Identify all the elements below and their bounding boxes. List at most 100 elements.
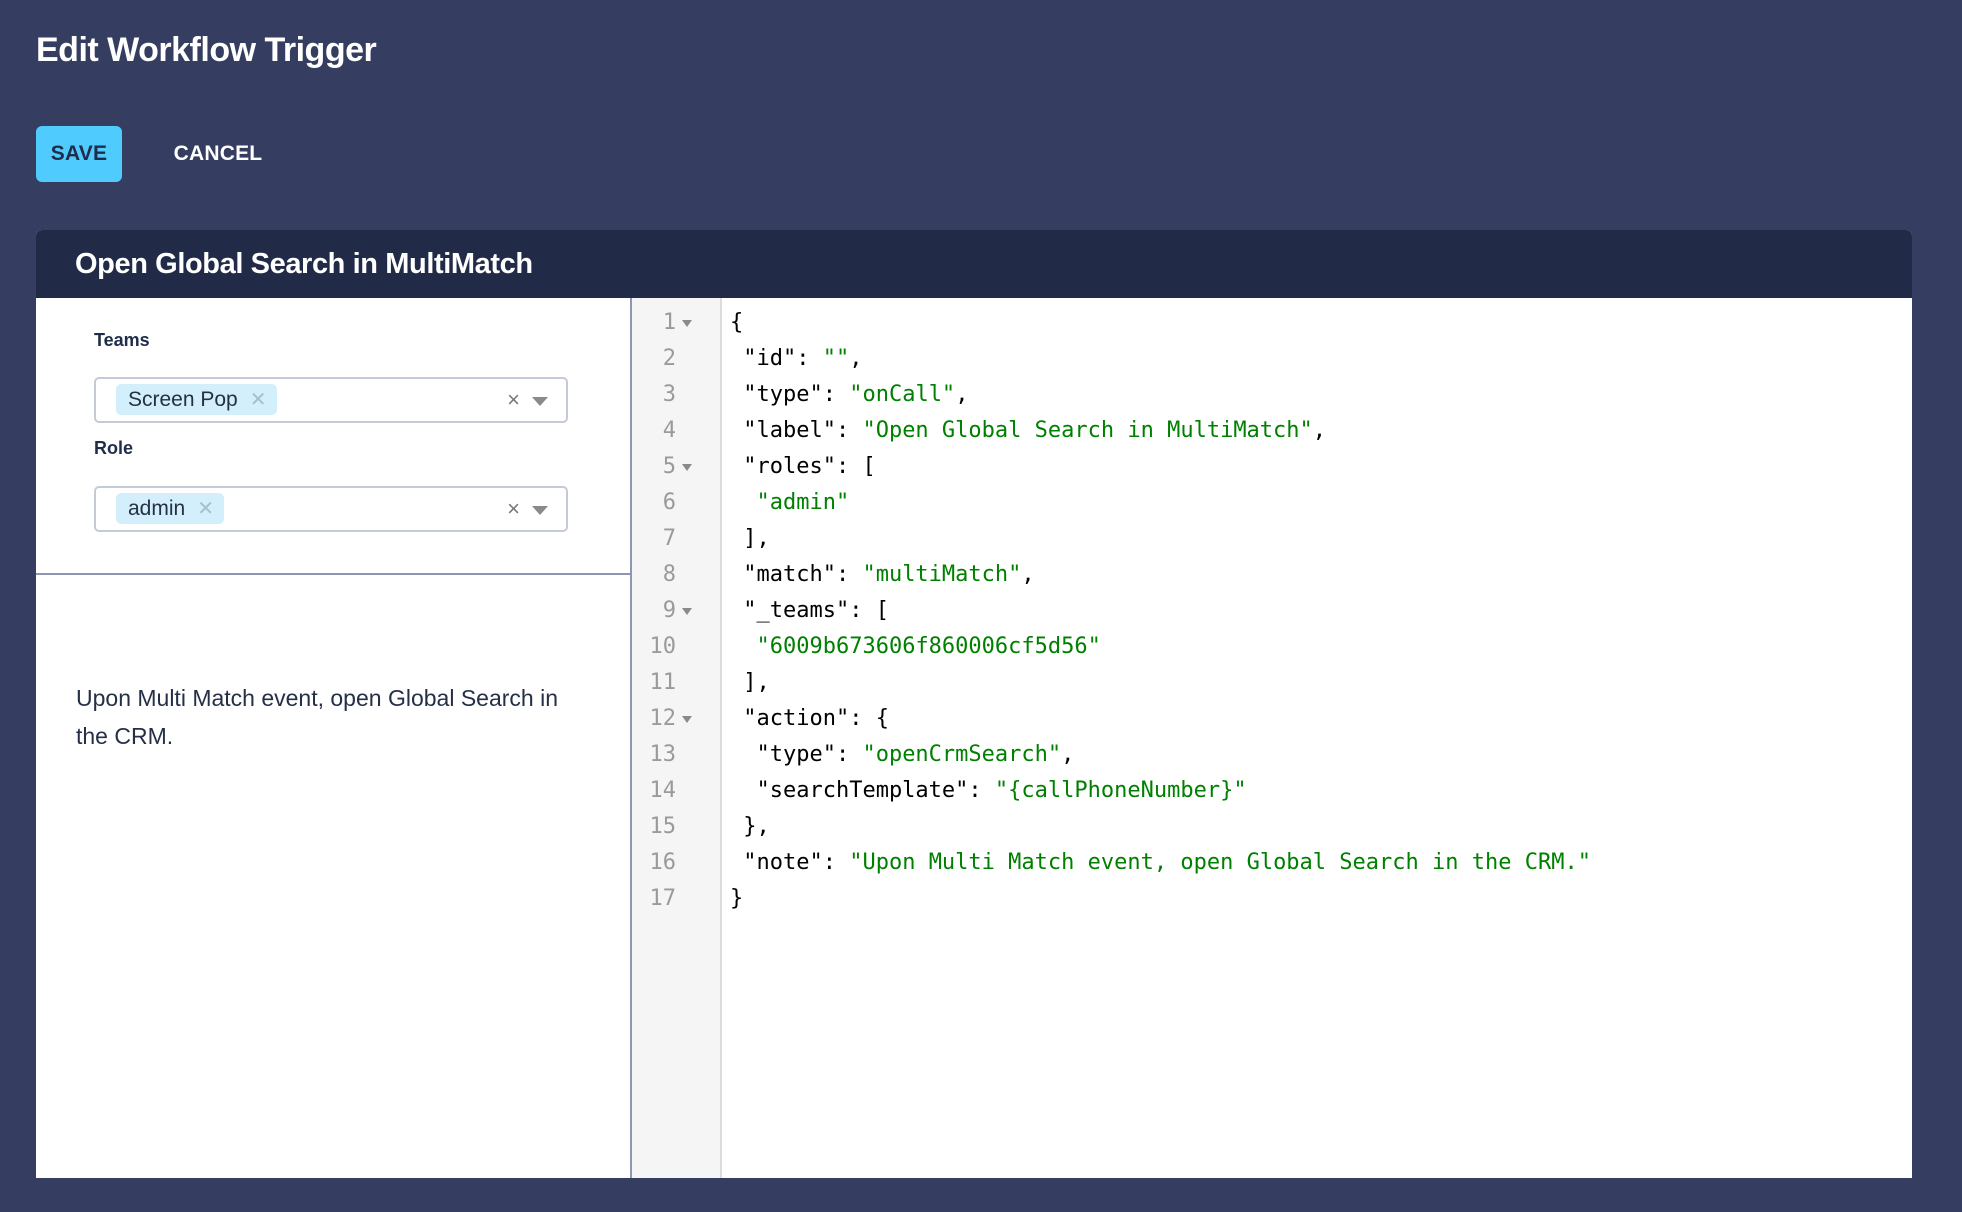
role-select[interactable]: admin ✕ × [94,486,568,532]
code-line[interactable]: }, [730,809,770,845]
json-token: "roles": [ [730,454,876,479]
line-number-label: 1 [662,310,676,335]
line-number-label: 2 [662,346,676,371]
line-number: 4 [632,413,720,449]
json-string-token: "openCrmSearch" [862,742,1062,767]
fold-arrow-icon[interactable] [682,608,692,615]
json-string-token: "Open Global Search in MultiMatch" [862,418,1313,443]
remove-chip-icon[interactable]: ✕ [197,496,214,521]
json-string-token: "{callPhoneNumber}" [994,778,1247,803]
line-number-label: 11 [649,670,677,695]
line-number-label: 10 [649,634,677,659]
json-string-token: "admin" [756,490,850,515]
caret-down-icon[interactable] [532,397,548,406]
code-line[interactable]: "admin" [730,485,850,521]
code-line[interactable]: ], [730,521,770,557]
code-line[interactable]: "action": { [730,701,889,737]
line-number: 5 [632,449,720,485]
line-number-label: 14 [649,778,677,803]
code-line[interactable]: "note": "Upon Multi Match event, open Gl… [730,845,1591,881]
json-token: "label": [730,418,863,443]
json-token: , [955,382,969,407]
trigger-description: Upon Multi Match event, open Global Sear… [76,685,558,749]
line-number: 13 [632,737,720,773]
cancel-button[interactable]: CANCEL [160,126,276,182]
editor-gutter: 1 2 3 4 5 6 7 8 9 10 11 12 13 14 15 16 17 [632,298,722,1178]
code-line[interactable]: "_teams": [ [730,593,889,629]
code-line[interactable]: "match": "multiMatch", [730,557,1035,593]
json-string-token: "multiMatch" [862,562,1022,587]
json-string-token: "Upon Multi Match event, open Global Sea… [849,850,1591,875]
json-token: "note": [730,850,850,875]
line-number: 10 [632,629,720,665]
code-line[interactable]: "type": "onCall", [730,377,968,413]
json-token: , [1061,742,1075,767]
code-line[interactable]: "roles": [ [730,449,876,485]
code-line[interactable]: ], [730,665,770,701]
remove-chip-icon[interactable]: ✕ [250,387,267,412]
caret-down-icon[interactable] [532,506,548,515]
line-number-label: 5 [662,454,676,479]
line-number-label: 3 [662,382,676,407]
line-number-label: 17 [649,886,677,911]
json-string-token: "" [822,346,850,371]
json-token: "type": [730,742,863,767]
line-number-label: 9 [662,598,676,623]
fold-arrow-icon[interactable] [682,464,692,471]
code-line[interactable]: "label": "Open Global Search in MultiMat… [730,413,1326,449]
json-token: "id": [730,346,823,371]
json-token: "_teams": [ [730,598,889,623]
teams-label: Teams [94,330,150,350]
code-line[interactable]: "searchTemplate": "{callPhoneNumber}" [730,773,1247,809]
json-token: }, [730,814,770,839]
line-number: 12 [632,701,720,737]
line-number: 14 [632,773,720,809]
line-number: 17 [632,881,720,917]
code-line[interactable]: "type": "openCrmSearch", [730,737,1074,773]
json-token: "action": { [730,706,889,731]
team-chip: Screen Pop ✕ [116,384,277,415]
json-token: } [730,886,744,911]
line-number: 15 [632,809,720,845]
json-token: "type": [730,382,850,407]
role-chip: admin ✕ [116,493,224,524]
line-number-label: 12 [649,706,677,731]
line-number-label: 4 [662,418,676,443]
teams-select[interactable]: Screen Pop ✕ × [94,377,568,423]
save-button[interactable]: SAVE [36,126,122,182]
json-token: ], [730,670,770,695]
line-number: 8 [632,557,720,593]
code-line[interactable]: } [730,881,743,917]
clear-icon[interactable]: × [507,496,520,522]
card-title: Open Global Search in MultiMatch [75,248,533,280]
json-token: "match": [730,562,863,587]
team-chip-label: Screen Pop [128,387,238,411]
line-number-label: 15 [649,814,677,839]
line-number-label: 8 [662,562,676,587]
json-string-token: "6009b673606f860006cf5d56" [756,634,1101,659]
json-token: { [730,310,744,335]
line-number: 2 [632,341,720,377]
json-token: "searchTemplate": [730,778,995,803]
code-line[interactable]: "id": "", [730,341,862,377]
role-chip-label: admin [128,496,186,520]
card-header: Open Global Search in MultiMatch [36,230,1912,298]
line-number: 7 [632,521,720,557]
trigger-settings-panel: Teams Screen Pop ✕ × Role admin ✕ × Upon… [36,298,630,1178]
fold-arrow-icon[interactable] [682,716,692,723]
fold-arrow-icon[interactable] [682,320,692,327]
line-number: 9 [632,593,720,629]
json-token: , [1021,562,1035,587]
role-label: Role [94,438,134,458]
json-string-token: "onCall" [849,382,956,407]
json-editor[interactable]: 1 2 3 4 5 6 7 8 9 10 11 12 13 14 15 16 17 { "id": "", "t… [632,298,1912,1178]
line-number-label: 6 [662,490,676,515]
clear-icon[interactable]: × [507,387,520,413]
section-divider [36,573,630,575]
code-line[interactable]: { [730,305,743,341]
json-token: , [849,346,863,371]
line-number-label: 7 [662,526,676,551]
line-number-label: 16 [649,850,677,875]
code-line[interactable]: "6009b673606f860006cf5d56" [730,629,1101,665]
